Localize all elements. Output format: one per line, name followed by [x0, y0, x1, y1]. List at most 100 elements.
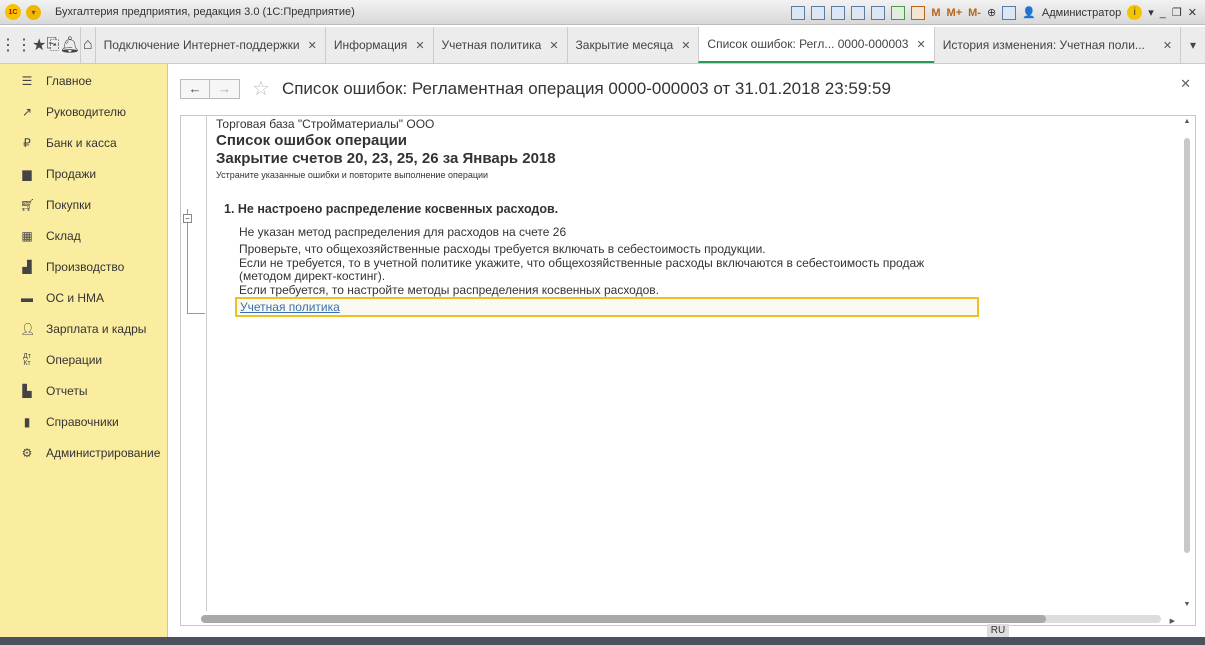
- person-icon: 👤︎: [20, 321, 36, 336]
- tab-accounting-policy[interactable]: Учетная политика ✕: [432, 27, 567, 63]
- favorites-star-icon[interactable]: ★: [32, 27, 46, 63]
- vertical-scroll-thumb[interactable]: [1184, 138, 1190, 553]
- horizontal-scrollbar[interactable]: [201, 615, 1161, 623]
- close-tab-icon[interactable]: ✕: [916, 38, 925, 51]
- warehouse-icon: ▦: [21, 228, 33, 243]
- favorite-star-icon[interactable]: ☆: [252, 76, 270, 101]
- sidebar-item-operations[interactable]: Дт Кт Операции: [0, 344, 167, 375]
- notifications-bell-icon[interactable]: 🔔︎: [60, 27, 80, 63]
- scroll-down-icon[interactable]: ▼: [1181, 601, 1193, 608]
- sidebar-item-label: Продажи: [46, 166, 97, 181]
- minimize-icon[interactable]: _: [1160, 7, 1166, 19]
- sidebar-item-admin[interactable]: ⚙ Администрирование: [0, 437, 167, 468]
- sidebar-item-manager[interactable]: ↗ Руководителю: [0, 96, 167, 127]
- info-icon[interactable]: i: [1127, 5, 1143, 20]
- 1c-logo: 1С: [5, 4, 21, 20]
- trend-icon: ↗: [21, 104, 33, 119]
- tab-label: Список ошибок: Регл... 0000-000003: [707, 37, 909, 51]
- zoom-icon[interactable]: ⊕: [987, 6, 996, 19]
- main-area: ← → ☆ Список ошибок: Регламентная операц…: [168, 64, 1205, 637]
- memory-minus-button[interactable]: M-: [968, 7, 981, 19]
- sidebar-item-sales[interactable]: ▆ Продажи: [0, 158, 167, 189]
- error-line: Если не требуется, то в учетной политике…: [239, 255, 925, 270]
- user-icon: 👤: [1022, 7, 1036, 19]
- sidebar-item-label: Склад: [46, 228, 81, 243]
- error-line: (методом директ-костинг).: [239, 269, 386, 283]
- truck-icon: ▬: [21, 290, 33, 305]
- title-toolbar: M M+ M- ⊕ 👤 Администратор i ▾ _ ❐ ✕: [791, 0, 1205, 25]
- close-tab-icon[interactable]: ✕: [308, 39, 317, 52]
- main-menu-icon[interactable]: ▾: [26, 4, 41, 20]
- user-name[interactable]: Администратор: [1042, 7, 1121, 19]
- factory-icon: ▟: [22, 259, 32, 274]
- accounting-policy-link[interactable]: Учетная политика: [240, 300, 340, 314]
- tab-label: Учетная политика: [441, 38, 542, 52]
- close-form-icon[interactable]: ✕: [1180, 76, 1191, 92]
- close-tab-icon[interactable]: ✕: [415, 39, 424, 52]
- vertical-scrollbar[interactable]: ▲ ▼: [1181, 118, 1193, 608]
- keyboard-language-indicator: RU: [987, 624, 1009, 638]
- close-icon[interactable]: ✕: [1188, 6, 1197, 19]
- panels-icon[interactable]: [1002, 5, 1017, 20]
- memory-plus-button[interactable]: M+: [947, 7, 963, 19]
- upload-icon[interactable]: [851, 5, 866, 20]
- error-line: Не указан метод распределения для расход…: [239, 225, 567, 239]
- sidebar-item-catalogs[interactable]: ▮ Справочники: [0, 406, 167, 437]
- memory-button[interactable]: M: [931, 7, 940, 19]
- save-icon[interactable]: [791, 5, 806, 20]
- sidebar: ☰ Главное ↗ Руководителю ₽ Банк и касса ▆ Пр…: [0, 64, 168, 637]
- collapse-group-icon[interactable]: −: [183, 214, 192, 223]
- calendar-icon[interactable]: [911, 5, 926, 20]
- close-tab-icon[interactable]: ✕: [1163, 39, 1172, 52]
- sidebar-item-label: ОС и НМА: [46, 290, 105, 305]
- sidebar-item-fixed-assets[interactable]: ▬ ОС и НМА: [0, 282, 167, 313]
- ruble-icon: ₽: [23, 135, 31, 150]
- selected-cell[interactable]: Учетная политика: [235, 297, 979, 317]
- tab-internet-support[interactable]: Подключение Интернет-поддержки ✕: [94, 27, 325, 63]
- restore-icon[interactable]: ❐: [1172, 6, 1182, 19]
- sidebar-item-payroll[interactable]: 👤︎ Зарплата и кадры: [0, 313, 167, 344]
- sidebar-item-purchases[interactable]: 🛒︎ Покупки: [0, 189, 167, 220]
- tabs-overflow-button[interactable]: ▾: [1180, 27, 1205, 63]
- sidebar-item-label: Руководителю: [46, 104, 127, 119]
- sidebar-item-label: Справочники: [46, 414, 119, 429]
- sidebar-item-main[interactable]: ☰ Главное: [0, 65, 167, 96]
- sidebar-item-label: Администрирование: [46, 445, 161, 460]
- chevron-down-icon[interactable]: ▾: [1148, 6, 1154, 19]
- calculator-icon[interactable]: [891, 5, 906, 20]
- horizontal-scroll-thumb[interactable]: [201, 615, 1046, 623]
- tab-bar: ⋮⋮ ★ ⎘ 🔔︎ ⌂ Подключение Интернет-поддерж…: [0, 27, 1205, 64]
- sidebar-item-label: Операции: [46, 352, 103, 367]
- print-icon[interactable]: [811, 5, 826, 20]
- org-name: Торговая база "Стройматериалы" ООО: [216, 117, 435, 131]
- sidebar-item-reports[interactable]: ▙ Отчеты: [0, 375, 167, 406]
- dt-kt-icon: Дт Кт: [23, 352, 31, 367]
- error-line: Проверьте, что общехозяйственные расходы…: [239, 242, 766, 256]
- tab-error-list[interactable]: Список ошибок: Регл... 0000-000003 ✕: [698, 27, 934, 63]
- tab-change-history[interactable]: История изменения: Учетная поли... ✕: [933, 27, 1180, 63]
- error-title: 1. Не настроено распределение косвенных …: [224, 202, 559, 216]
- copy-icon[interactable]: [871, 5, 886, 20]
- apps-grid-icon[interactable]: ⋮⋮: [0, 27, 32, 63]
- close-tab-icon[interactable]: ✕: [549, 39, 558, 52]
- sidebar-item-warehouse[interactable]: ▦ Склад: [0, 220, 167, 251]
- menu-icon: ☰: [21, 73, 33, 88]
- scroll-up-icon[interactable]: ▲: [1181, 118, 1193, 125]
- sidebar-item-production[interactable]: ▟ Производство: [0, 251, 167, 282]
- sidebar-item-bank[interactable]: ₽ Банк и касса: [0, 127, 167, 158]
- gear-icon: ⚙: [21, 445, 33, 460]
- forward-button[interactable]: →: [210, 78, 240, 99]
- tab-label: История изменения: Учетная поли...: [942, 38, 1145, 52]
- back-button[interactable]: ←: [180, 78, 210, 99]
- close-tab-icon[interactable]: ✕: [681, 39, 690, 52]
- error-line: Если требуется, то настройте методы расп…: [239, 282, 659, 297]
- book-icon: ▮: [23, 414, 31, 429]
- home-icon[interactable]: ⌂: [79, 27, 95, 63]
- history-icon[interactable]: ⎘: [46, 27, 60, 63]
- scroll-right-icon[interactable]: ▶: [1170, 617, 1175, 625]
- sidebar-item-label: Главное: [46, 73, 92, 88]
- tab-info[interactable]: Информация ✕: [324, 27, 433, 63]
- tab-month-close[interactable]: Закрытие месяца ✕: [566, 27, 699, 63]
- preview-icon[interactable]: [831, 5, 846, 20]
- report-document: − Торговая база "Стройматериалы" ООО Спи…: [180, 115, 1196, 626]
